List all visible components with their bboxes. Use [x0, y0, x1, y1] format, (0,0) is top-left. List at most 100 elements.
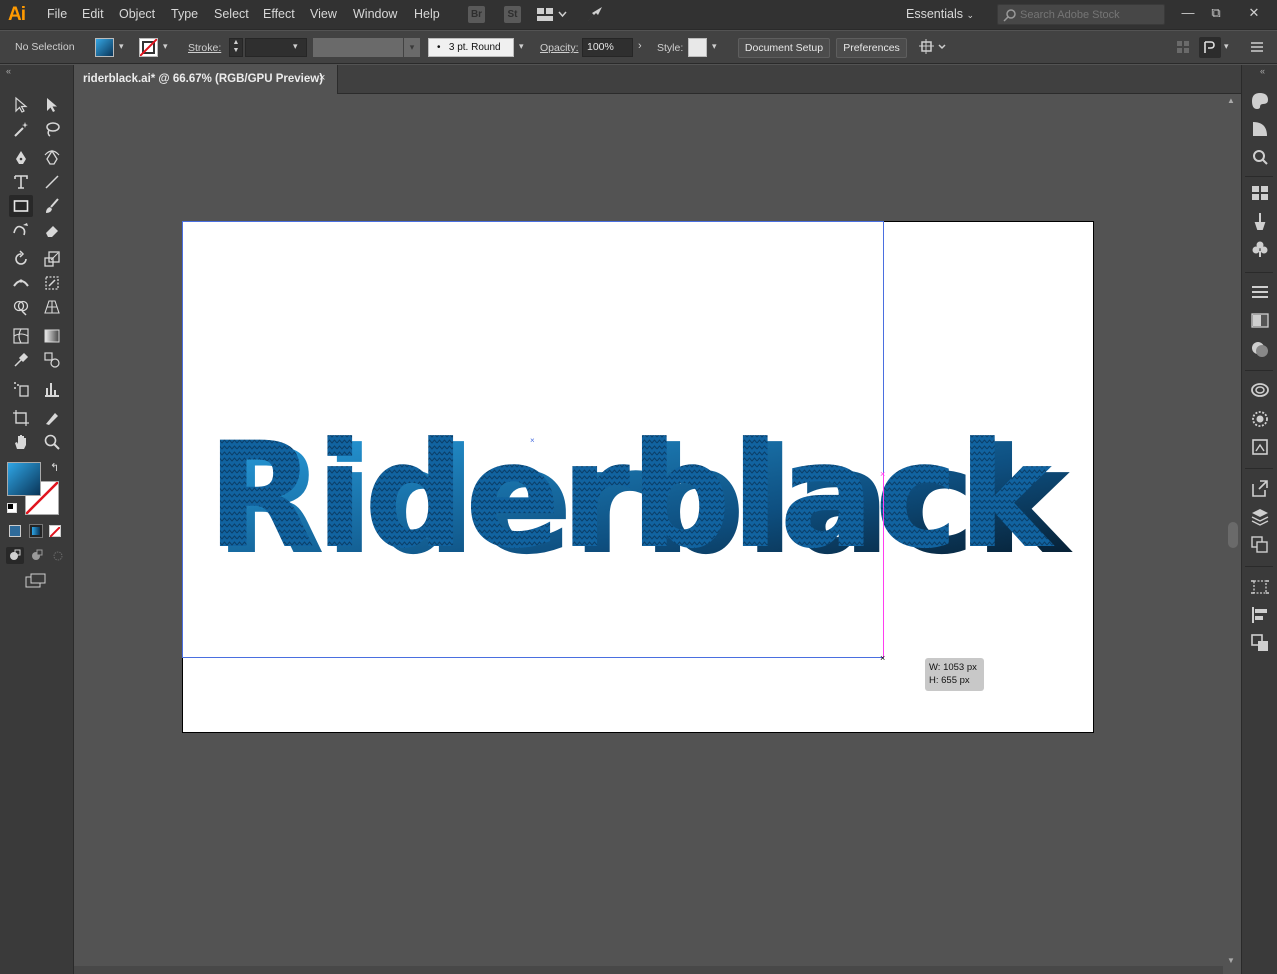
symbol-sprayer-tool-icon[interactable] [9, 378, 33, 400]
restore-button[interactable]: ⧉ [1208, 5, 1224, 21]
paintbrush-tool-icon[interactable] [40, 195, 64, 217]
arrange-documents-icon[interactable] [537, 7, 567, 26]
pen-tool-icon[interactable] [9, 147, 33, 169]
stroke-swatch[interactable] [139, 38, 158, 57]
artboard-tool-icon[interactable] [9, 407, 33, 429]
gradient-tool-icon[interactable] [40, 325, 64, 347]
none-mode-icon[interactable] [49, 525, 61, 538]
shape-builder-tool-icon[interactable] [9, 296, 33, 318]
fill-color-box-front[interactable] [7, 462, 41, 496]
menu-effect[interactable]: Effect [263, 7, 295, 21]
chevron-down-icon[interactable]: ▾ [119, 41, 124, 52]
gradient-mode-icon[interactable] [29, 524, 43, 538]
horizontal-scrollbar[interactable] [74, 966, 1223, 974]
collapse-panel-icon[interactable]: « [1260, 66, 1265, 76]
eraser-tool-icon[interactable] [40, 219, 64, 241]
search-input[interactable] [1020, 7, 1160, 22]
magic-wand-tool-icon[interactable] [9, 118, 33, 140]
opacity-field[interactable]: 100% [582, 38, 633, 57]
fill-swatch[interactable] [95, 38, 114, 57]
chevron-down-icon[interactable]: ▾ [519, 41, 524, 52]
style-label: Style: [657, 42, 684, 54]
scroll-down-icon[interactable]: ▼ [1227, 956, 1235, 965]
close-icon[interactable]: × [319, 72, 325, 84]
draw-normal-icon[interactable] [6, 547, 24, 564]
minimize-button[interactable]: — [1180, 5, 1196, 21]
quick-actions-icon[interactable] [917, 38, 947, 59]
line-segment-tool-icon[interactable] [40, 171, 64, 193]
menu-help[interactable]: Help [414, 7, 440, 21]
eyedropper-tool-icon[interactable] [9, 349, 33, 371]
gpu-performance-icon[interactable] [586, 5, 606, 26]
workspace-switcher[interactable]: Essentials ⌄ [906, 7, 974, 21]
scroll-up-icon[interactable]: ▲ [1227, 96, 1235, 105]
chevron-down-icon[interactable]: ▾ [163, 41, 168, 52]
bridge-icon[interactable]: Br [468, 6, 485, 23]
free-transform-tool-icon[interactable] [40, 272, 64, 294]
center-point-icon: × [530, 436, 535, 445]
brush-definition[interactable]: • 3 pt. Round [428, 38, 514, 57]
scrollbar-thumb[interactable] [1228, 522, 1238, 548]
rectangle-tool-icon[interactable] [9, 195, 33, 217]
draw-behind-icon[interactable] [28, 547, 46, 564]
export-icon [1252, 480, 1268, 497]
chevron-down-icon[interactable]: ▾ [293, 41, 298, 52]
panel-menu-icon[interactable] [1250, 41, 1264, 56]
zoom-tool-icon[interactable] [40, 431, 64, 453]
menu-edit[interactable]: Edit [82, 7, 104, 21]
menu-file[interactable]: File [47, 7, 67, 21]
default-fill-stroke-icon[interactable] [7, 503, 17, 513]
hand-tool-icon[interactable] [9, 431, 33, 453]
swap-fill-stroke-icon[interactable]: ↰ [50, 461, 59, 474]
vertical-scrollbar[interactable]: ▲ ▼ [1223, 94, 1241, 970]
document-tab[interactable]: riderblack.ai* @ 66.67% (RGB/GPU Preview… [74, 65, 338, 94]
stroke-weight-stepper[interactable]: ▲ ▼ [229, 38, 243, 57]
chevron-right-icon[interactable]: › [638, 40, 642, 52]
variable-width-profile[interactable] [313, 38, 403, 57]
smart-guide [883, 473, 884, 658]
rotate-tool-icon[interactable] [9, 248, 33, 270]
direct-selection-tool-icon[interactable] [40, 94, 64, 116]
lasso-tool-icon[interactable] [40, 118, 64, 140]
align-icon[interactable] [1176, 40, 1190, 57]
perspective-grid-tool-icon[interactable] [40, 296, 64, 318]
screen-mode-icon[interactable] [25, 573, 47, 592]
brush-dot-icon: • [437, 42, 441, 53]
menu-window[interactable]: Window [353, 7, 397, 21]
type-tool-icon[interactable] [9, 171, 33, 193]
mesh-tool-icon[interactable] [9, 325, 33, 347]
stroke-label[interactable]: Stroke: [188, 42, 221, 54]
stock-search[interactable] [997, 4, 1165, 25]
menu-view[interactable]: View [310, 7, 337, 21]
draw-inside-icon[interactable] [49, 547, 67, 564]
menu-type[interactable]: Type [171, 7, 198, 21]
app-logo: Ai [8, 4, 26, 25]
tooltip-height: H: 655 px [929, 675, 970, 686]
curvature-tool-icon[interactable] [40, 147, 64, 169]
blend-tool-icon[interactable] [40, 349, 64, 371]
menu-select[interactable]: Select [214, 7, 249, 21]
width-tool-icon[interactable] [9, 272, 33, 294]
dock-icons [1251, 93, 1269, 651]
chevron-down-icon[interactable]: ▾ [1224, 41, 1229, 52]
opacity-label[interactable]: Opacity: [540, 42, 579, 54]
selection-tool-icon[interactable] [9, 94, 33, 116]
stock-icon[interactable]: St [504, 6, 521, 23]
canvas[interactable]: Riderblack Riderblack × × × W: 1053 px H… [74, 94, 1223, 966]
snap-to-pixel-button[interactable] [1199, 37, 1221, 58]
shaper-tool-icon[interactable] [9, 219, 33, 241]
color-mode-icon[interactable] [9, 525, 21, 537]
transparency-icon [1252, 342, 1268, 357]
scale-tool-icon[interactable] [40, 248, 64, 270]
brush-definition-value: 3 pt. Round [448, 42, 501, 53]
column-graph-tool-icon[interactable] [40, 378, 64, 400]
chevron-down-icon[interactable]: ▾ [404, 38, 420, 57]
preferences-button[interactable]: Preferences [836, 38, 907, 58]
slice-tool-icon[interactable] [40, 407, 64, 429]
recolor-icon [1253, 150, 1268, 165]
document-setup-button[interactable]: Document Setup [738, 38, 830, 58]
close-button[interactable]: ✕ [1246, 5, 1262, 21]
chevron-down-icon[interactable]: ▾ [712, 41, 717, 52]
menu-object[interactable]: Object [119, 7, 155, 21]
graphic-style-swatch[interactable] [688, 38, 707, 57]
